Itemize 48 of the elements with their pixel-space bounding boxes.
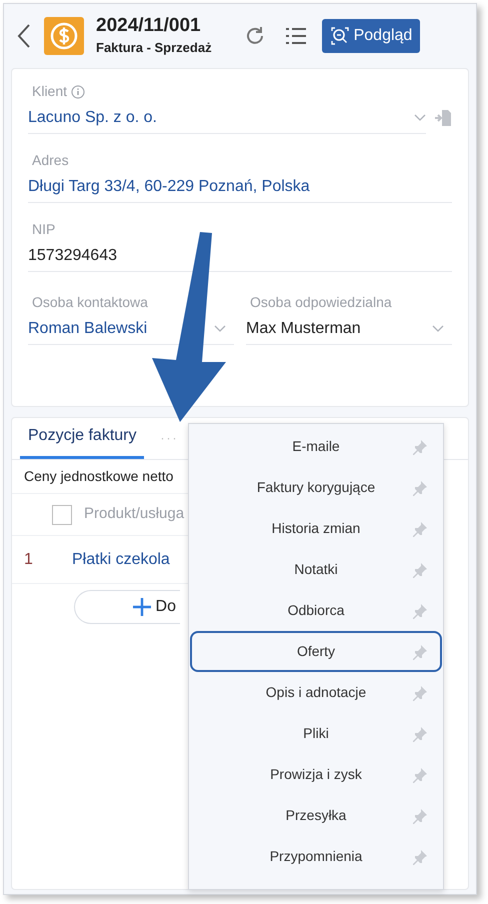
field-value[interactable]: Długi Targ 33/4, 60-229 Poznań, Polska — [28, 171, 452, 203]
field-label: Adres — [32, 151, 69, 170]
menu-item[interactable]: Historia zmian — [190, 508, 442, 549]
menu-item[interactable]: Przypomnienia — [190, 836, 442, 877]
field-label: NIP — [32, 220, 56, 239]
pin-icon[interactable] — [412, 644, 428, 660]
preview-button[interactable]: Podgląd — [322, 19, 420, 53]
magnifier-icon — [330, 26, 350, 46]
field-label: Osoba odpowiedzialna — [249, 293, 393, 312]
back-icon[interactable] — [16, 23, 32, 49]
menu-item[interactable]: Oferty — [190, 631, 442, 672]
pin-icon[interactable] — [412, 602, 428, 618]
checkbox[interactable] — [52, 504, 72, 524]
field-label: Klient — [32, 82, 68, 101]
chevron-down-icon[interactable] — [214, 324, 226, 332]
field-value[interactable]: Lacuno Sp. z o. o. — [28, 102, 426, 134]
menu-item[interactable]: E-maile — [190, 426, 442, 467]
person-select[interactable]: Max Musterman — [246, 313, 452, 345]
row-number: 1 — [23, 550, 34, 570]
menu-item[interactable]: Prowizja i zysk — [190, 754, 442, 795]
document-number: 2024/11/001 — [96, 14, 202, 38]
menu-item[interactable]: Odbiorca — [190, 590, 442, 631]
pin-icon[interactable] — [412, 520, 428, 536]
pin-icon[interactable] — [412, 726, 428, 742]
add-item-button[interactable]: Do — [74, 590, 180, 624]
pin-icon[interactable] — [412, 808, 428, 824]
menu-item[interactable]: Przesyłka — [190, 795, 442, 836]
menu-item[interactable]: Opis i adnotacje — [190, 672, 442, 713]
field-label: Osoba kontaktowa — [31, 293, 149, 312]
pin-icon[interactable] — [412, 684, 428, 700]
menu-item[interactable]: Faktury korygujące — [190, 467, 442, 508]
pin-icon[interactable] — [412, 562, 428, 578]
pin-icon[interactable] — [412, 766, 428, 782]
pin-icon[interactable] — [412, 848, 428, 864]
pin-icon[interactable] — [412, 438, 428, 454]
document-type: Faktura - Sprzedaż — [96, 39, 212, 58]
chevron-down-icon[interactable] — [414, 114, 426, 122]
plus-icon — [132, 597, 152, 617]
document-arrow-icon[interactable] — [434, 109, 452, 127]
menu-item[interactable]: Pliki — [190, 713, 442, 754]
list-icon[interactable] — [286, 27, 306, 45]
column-header: Produkt/usługa — [84, 504, 184, 524]
menu-item[interactable]: Notatki — [190, 549, 442, 590]
tab[interactable]: Pozycje faktury — [20, 424, 144, 459]
product-link[interactable]: Płatki czekola — [72, 548, 170, 572]
dollar-icon — [44, 17, 84, 55]
chevron-down-icon[interactable] — [432, 324, 444, 332]
pin-icon[interactable] — [412, 480, 428, 496]
